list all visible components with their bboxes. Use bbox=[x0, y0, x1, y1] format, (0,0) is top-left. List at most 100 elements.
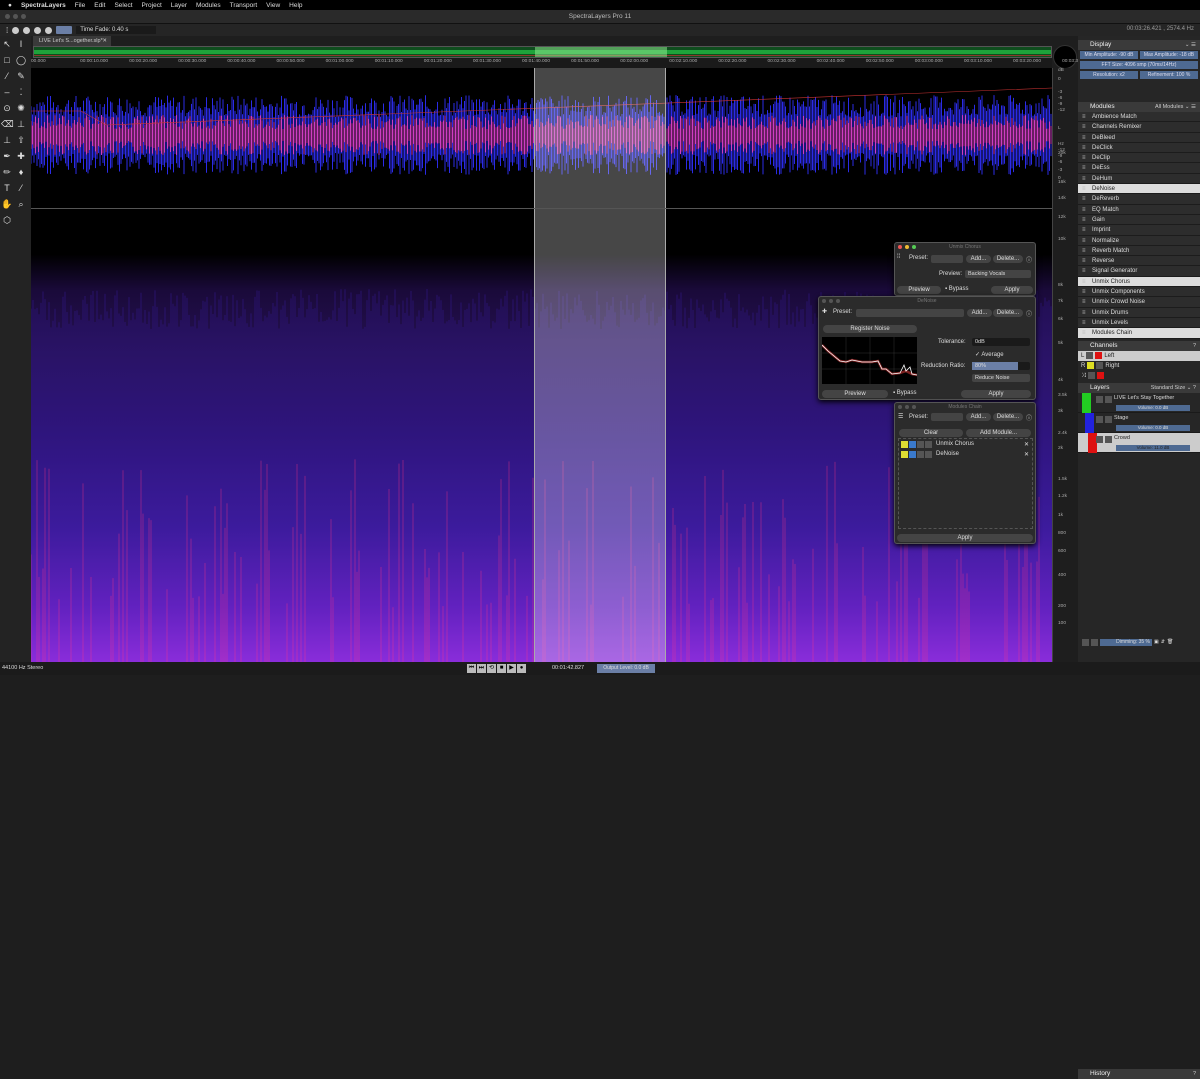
mode-select[interactable]: Reduce Noise bbox=[972, 374, 1030, 382]
menu-view[interactable]: View bbox=[266, 2, 280, 9]
cube-icon[interactable]: ⬡ bbox=[1, 214, 13, 226]
heal-icon[interactable]: ✚ bbox=[15, 150, 27, 162]
eyedropper-icon[interactable]: ⁄ bbox=[15, 182, 27, 194]
menu-edit[interactable]: Edit bbox=[94, 2, 105, 9]
menu-transport[interactable]: Transport bbox=[230, 2, 258, 9]
clear-button[interactable]: Clear bbox=[899, 429, 963, 437]
sun-icon[interactable]: ✺ bbox=[15, 102, 27, 114]
modules-chain-item[interactable]: Modules Chain bbox=[1078, 328, 1200, 339]
eraser-icon[interactable]: ⌫ bbox=[1, 118, 14, 130]
average-checkbox[interactable]: ✓ Average bbox=[975, 351, 1004, 358]
module-item[interactable]: Imprint bbox=[1078, 225, 1200, 236]
chain-item[interactable]: DeNoise ✕ bbox=[899, 449, 1032, 459]
preview-select[interactable]: Backing Vocals bbox=[965, 270, 1031, 278]
channels-header[interactable]: Channels? bbox=[1078, 340, 1200, 351]
rect-select-icon[interactable]: □ bbox=[1, 54, 13, 66]
module-item[interactable]: DeBleed bbox=[1078, 132, 1200, 143]
time-fade-slider[interactable] bbox=[56, 26, 73, 34]
play-icon[interactable]: ▶ bbox=[507, 664, 516, 673]
dimming-slider[interactable]: Dimming: 35 % bbox=[1100, 638, 1152, 646]
channel-right[interactable]: R Right bbox=[1078, 361, 1200, 371]
shape-half-icon[interactable] bbox=[34, 26, 42, 34]
preview-button[interactable]: Preview bbox=[897, 286, 941, 294]
history-header[interactable]: History? bbox=[1078, 1068, 1200, 1079]
dialog-titlebar[interactable]: DeNoise bbox=[819, 297, 1035, 305]
shape-ellipse-icon[interactable] bbox=[23, 26, 31, 34]
apply-button[interactable]: Apply bbox=[897, 534, 1033, 542]
pen-icon[interactable]: ✒ bbox=[1, 150, 13, 162]
resolution-slider[interactable]: Resolution: x2 bbox=[1080, 71, 1138, 79]
chain-item[interactable]: Unmix Chorus ✕ bbox=[899, 439, 1032, 449]
target-icon[interactable]: ⊙ bbox=[1, 102, 13, 114]
layers-header[interactable]: Layers Standard Size ⌄ ? bbox=[1078, 382, 1200, 393]
stamp-icon[interactable]: ⊥ bbox=[15, 118, 27, 130]
add-preset-button[interactable]: Add... bbox=[967, 309, 992, 317]
dialog-titlebar[interactable]: Unmix Chorus bbox=[895, 243, 1035, 251]
time-selection[interactable] bbox=[534, 68, 666, 208]
harmonic-icon[interactable]: ⁚ bbox=[15, 86, 27, 98]
navigator-icon[interactable] bbox=[1053, 45, 1077, 69]
clone-icon[interactable]: ⊥ bbox=[1, 134, 13, 146]
go-end-icon[interactable]: ⏭ bbox=[477, 664, 486, 673]
overview-selection[interactable] bbox=[535, 47, 667, 57]
display-header[interactable]: Display ⌄ ☰ bbox=[1078, 40, 1200, 50]
fft-size-slider[interactable]: FFT Size: 4096 smp (70ms/14Hz) bbox=[1080, 61, 1198, 69]
apply-button[interactable]: Apply bbox=[991, 286, 1033, 294]
module-item[interactable]: Channels Remixer bbox=[1078, 122, 1200, 133]
layer-volume-slider[interactable]: Volume: 0.0 dB bbox=[1116, 424, 1190, 431]
module-item[interactable]: Unmix Components bbox=[1078, 287, 1200, 298]
bypass-checkbox[interactable]: ▪ Bypass bbox=[945, 286, 968, 292]
delete-preset-button[interactable]: Delete... bbox=[993, 413, 1023, 421]
document-tab[interactable]: LIVE Let's S...ogether.slp* ✕ bbox=[33, 36, 111, 46]
layer-volume-slider[interactable]: Volume: 11.0 dB bbox=[1116, 444, 1190, 451]
module-item[interactable]: DeClip bbox=[1078, 153, 1200, 164]
apply-button[interactable]: Apply bbox=[961, 390, 1031, 398]
selection-tool-icon[interactable]: ⁞ bbox=[6, 26, 8, 35]
stop-icon[interactable]: ■ bbox=[497, 664, 506, 673]
max-amplitude-slider[interactable]: Max Amplitude: -18 dB bbox=[1140, 51, 1198, 59]
module-item[interactable]: Gain bbox=[1078, 214, 1200, 226]
close-tab-icon[interactable]: ✕ bbox=[102, 36, 107, 46]
bypass-checkbox[interactable]: ▪ Bypass bbox=[893, 390, 916, 396]
module-item[interactable]: Unmix Levels bbox=[1078, 317, 1200, 329]
go-start-icon[interactable]: ⏮ bbox=[467, 664, 476, 673]
module-item[interactable]: Unmix Drums bbox=[1078, 307, 1200, 318]
add-preset-button[interactable]: Add... bbox=[966, 255, 991, 263]
apple-icon[interactable]: ● bbox=[8, 2, 12, 9]
pencil-icon[interactable]: ✏ bbox=[1, 166, 13, 178]
module-item[interactable]: Normalize bbox=[1078, 235, 1200, 246]
shape-circle-icon[interactable] bbox=[12, 26, 20, 34]
bucket-icon[interactable]: ♦ bbox=[15, 166, 27, 178]
dialog-titlebar[interactable]: Modules Chain bbox=[895, 403, 1035, 411]
merge-icon[interactable]: ⇵ bbox=[1161, 639, 1165, 645]
zoom-icon[interactable]: ⌕ bbox=[15, 198, 27, 210]
waveform-view[interactable] bbox=[30, 68, 1053, 208]
menu-layer[interactable]: Layer bbox=[171, 2, 187, 9]
modules-header[interactable]: Modules All Modules ⌄ ☰ bbox=[1078, 102, 1200, 112]
hand-icon[interactable]: ✋ bbox=[1, 198, 13, 210]
shape-ring-icon[interactable] bbox=[45, 26, 53, 34]
delete-preset-button[interactable]: Delete... bbox=[993, 309, 1023, 317]
time-fade-value[interactable]: Time Fade: 0.40 s bbox=[76, 26, 157, 34]
add-preset-button[interactable]: Add... bbox=[966, 413, 991, 421]
module-item[interactable]: DeReverb bbox=[1078, 194, 1200, 205]
line-icon[interactable]: – bbox=[1, 86, 13, 98]
module-item[interactable]: DeHum bbox=[1078, 173, 1200, 185]
layer-volume-slider[interactable]: Volume: 0.0 dB bbox=[1116, 404, 1190, 411]
wand-icon[interactable]: ⁄ bbox=[1, 70, 13, 82]
help-icon[interactable]: ⓘ bbox=[1026, 413, 1032, 422]
help-icon[interactable]: ⓘ bbox=[1026, 255, 1032, 264]
module-item[interactable]: EQ Match bbox=[1078, 204, 1200, 215]
layer-item[interactable]: LIVE Let's Stay Together Volume: 0.0 dB bbox=[1078, 392, 1200, 413]
move-tool-icon[interactable]: ↖ bbox=[1, 38, 13, 50]
menu-project[interactable]: Project bbox=[142, 2, 162, 9]
tolerance-field[interactable]: 0dB bbox=[972, 338, 1030, 346]
loop-icon[interactable]: ⟲ bbox=[487, 664, 496, 673]
channel-all[interactable]: ⤨ bbox=[1078, 371, 1200, 381]
channel-left[interactable]: L Left bbox=[1078, 350, 1200, 361]
preset-select[interactable] bbox=[931, 413, 963, 421]
delete-preset-button[interactable]: Delete... bbox=[993, 255, 1023, 263]
upload-icon[interactable]: ⇧ bbox=[15, 134, 27, 146]
menu-file[interactable]: File bbox=[75, 2, 85, 9]
min-amplitude-slider[interactable]: Min Amplitude: -90 dB bbox=[1080, 51, 1138, 59]
